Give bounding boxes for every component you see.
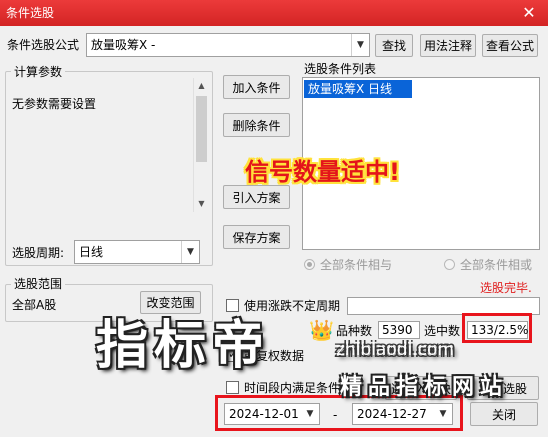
close-button[interactable]: 关闭	[470, 402, 538, 426]
list-item[interactable]: 放量吸筹X 日线	[304, 80, 412, 98]
crown-icon: 👑	[309, 318, 334, 342]
or-radio[interactable]	[444, 259, 455, 270]
or-radio-label: 全部条件相或	[460, 258, 533, 272]
status-text: 选股完毕.	[480, 281, 532, 295]
title-bar: 条件选股	[0, 0, 548, 26]
window-title: 条件选股	[6, 6, 55, 20]
usage-notes-button[interactable]: 用法注释	[420, 34, 476, 57]
start-date-value: 2024-12-01	[229, 407, 299, 421]
time-range-checkbox[interactable]	[226, 381, 239, 394]
chevron-down-icon[interactable]: ▼	[434, 404, 452, 424]
add-condition-button[interactable]: 加入条件	[223, 75, 290, 99]
scope-value: 全部A股	[12, 298, 57, 312]
time-range-label: 时间段内满足条件	[244, 381, 341, 395]
delete-condition-button[interactable]: 删除条件	[223, 113, 290, 137]
start-date-picker[interactable]: 2024-12-01 ▼	[224, 403, 320, 425]
period-value: 日线	[79, 245, 104, 259]
and-radio[interactable]	[304, 259, 315, 270]
save-scheme-button[interactable]: 保存方案	[223, 225, 290, 249]
close-icon[interactable]: ✕	[520, 4, 538, 22]
selected-label: 选中数	[424, 324, 461, 338]
chevron-down-icon[interactable]: ▼	[351, 34, 369, 56]
scroll-down-icon[interactable]: ▼	[194, 196, 209, 212]
params-scrollbar[interactable]: ▲ ▼	[193, 78, 209, 212]
scroll-thumb[interactable]	[196, 96, 207, 162]
irregular-period-checkbox[interactable]	[226, 299, 239, 312]
scope-group-title: 选股范围	[11, 276, 66, 292]
find-button[interactable]: 查找	[375, 34, 413, 57]
count-label: 品种数	[336, 324, 373, 338]
change-scope-button[interactable]: 改变范围	[140, 291, 201, 314]
watermark-main: 指标帝	[96, 316, 271, 376]
count-value: 5390	[378, 321, 420, 339]
date-separator: -	[333, 408, 338, 422]
params-message: 无参数需要设置	[12, 97, 97, 111]
view-formula-button[interactable]: 查看公式	[482, 34, 538, 57]
formula-label: 条件选股公式	[7, 38, 80, 52]
watermark-sub: 精品指标网站	[340, 375, 509, 400]
signal-overlay: 信号数量适中!	[245, 158, 400, 186]
import-scheme-button[interactable]: 引入方案	[223, 185, 290, 209]
chevron-down-icon[interactable]: ▼	[301, 404, 319, 424]
selected-highlight-box	[462, 313, 532, 343]
end-date-value: 2024-12-27	[357, 407, 427, 421]
params-group-title: 计算参数	[11, 64, 66, 80]
and-radio-label: 全部条件相与	[320, 258, 393, 272]
formula-dropdown[interactable]: 放量吸筹X - ▼	[86, 33, 370, 57]
scroll-up-icon[interactable]: ▲	[194, 78, 209, 94]
period-dropdown[interactable]: 日线 ▼	[74, 240, 200, 264]
condition-list-title: 选股条件列表	[304, 62, 377, 76]
watermark-url: zhibiaodi.com	[336, 340, 454, 360]
formula-value: 放量吸筹X -	[91, 38, 156, 52]
end-date-picker[interactable]: 2024-12-27 ▼	[352, 403, 453, 425]
chevron-down-icon[interactable]: ▼	[181, 241, 199, 263]
irregular-period-label: 使用涨跌不定周期	[244, 299, 341, 313]
period-label: 选股周期:	[12, 246, 65, 260]
